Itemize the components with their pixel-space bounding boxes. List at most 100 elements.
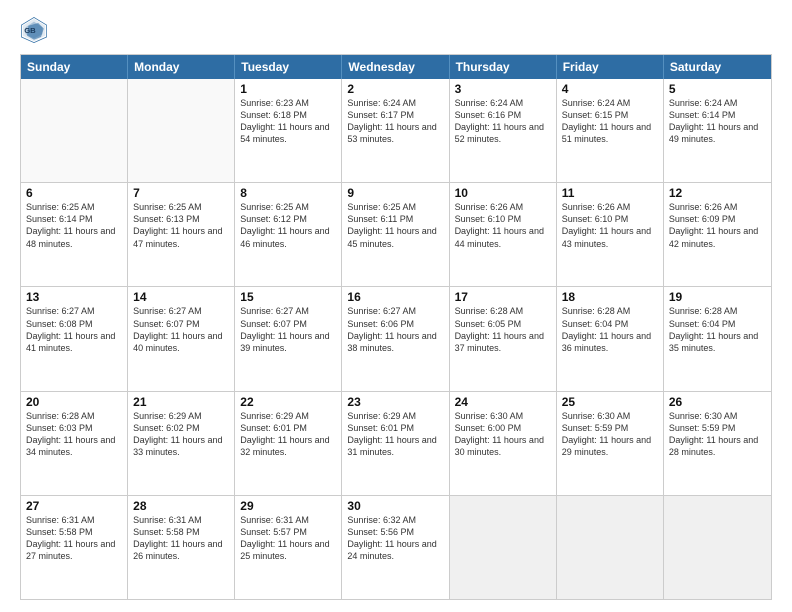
cal-cell — [128, 79, 235, 182]
day-number: 1 — [240, 82, 336, 96]
cell-info: Sunrise: 6:28 AM Sunset: 6:04 PM Dayligh… — [562, 306, 651, 352]
day-number: 24 — [455, 395, 551, 409]
cell-info: Sunrise: 6:25 AM Sunset: 6:12 PM Dayligh… — [240, 202, 329, 248]
cal-cell: 19 Sunrise: 6:28 AM Sunset: 6:04 PM Dayli… — [664, 287, 771, 390]
week-row-1: 6 Sunrise: 6:25 AM Sunset: 6:14 PM Daylig… — [21, 182, 771, 286]
day-number: 20 — [26, 395, 122, 409]
cal-cell: 26 Sunrise: 6:30 AM Sunset: 5:59 PM Dayli… — [664, 392, 771, 495]
cell-info: Sunrise: 6:27 AM Sunset: 6:07 PM Dayligh… — [133, 306, 222, 352]
cell-info: Sunrise: 6:29 AM Sunset: 6:02 PM Dayligh… — [133, 411, 222, 457]
cal-cell — [664, 496, 771, 599]
cal-cell: 22 Sunrise: 6:29 AM Sunset: 6:01 PM Dayli… — [235, 392, 342, 495]
day-number: 6 — [26, 186, 122, 200]
cell-info: Sunrise: 6:31 AM Sunset: 5:57 PM Dayligh… — [240, 515, 329, 561]
day-number: 30 — [347, 499, 443, 513]
header-day-friday: Friday — [557, 55, 664, 79]
cell-info: Sunrise: 6:26 AM Sunset: 6:10 PM Dayligh… — [455, 202, 544, 248]
cell-info: Sunrise: 6:30 AM Sunset: 6:00 PM Dayligh… — [455, 411, 544, 457]
svg-text:GB: GB — [24, 26, 36, 35]
cell-info: Sunrise: 6:25 AM Sunset: 6:11 PM Dayligh… — [347, 202, 436, 248]
day-number: 9 — [347, 186, 443, 200]
cal-cell: 27 Sunrise: 6:31 AM Sunset: 5:58 PM Dayli… — [21, 496, 128, 599]
cell-info: Sunrise: 6:31 AM Sunset: 5:58 PM Dayligh… — [133, 515, 222, 561]
day-number: 13 — [26, 290, 122, 304]
day-number: 29 — [240, 499, 336, 513]
cell-info: Sunrise: 6:29 AM Sunset: 6:01 PM Dayligh… — [347, 411, 436, 457]
day-number: 12 — [669, 186, 766, 200]
cal-cell: 8Sunrise: 6:25 AM Sunset: 6:12 PM Daylig… — [235, 183, 342, 286]
day-number: 21 — [133, 395, 229, 409]
cell-info: Sunrise: 6:27 AM Sunset: 6:08 PM Dayligh… — [26, 306, 115, 352]
header-day-monday: Monday — [128, 55, 235, 79]
logo-icon: GB — [20, 16, 48, 44]
cell-info: Sunrise: 6:24 AM Sunset: 6:14 PM Dayligh… — [669, 98, 758, 144]
header-day-thursday: Thursday — [450, 55, 557, 79]
day-number: 14 — [133, 290, 229, 304]
cal-cell: 25 Sunrise: 6:30 AM Sunset: 5:59 PM Dayli… — [557, 392, 664, 495]
day-number: 16 — [347, 290, 443, 304]
day-number: 28 — [133, 499, 229, 513]
cal-cell: 14 Sunrise: 6:27 AM Sunset: 6:07 PM Dayli… — [128, 287, 235, 390]
cal-cell: 18 Sunrise: 6:28 AM Sunset: 6:04 PM Dayli… — [557, 287, 664, 390]
logo: GB — [20, 16, 52, 44]
cell-info: Sunrise: 6:30 AM Sunset: 5:59 PM Dayligh… — [669, 411, 758, 457]
header-day-tuesday: Tuesday — [235, 55, 342, 79]
cal-cell: 6 Sunrise: 6:25 AM Sunset: 6:14 PM Daylig… — [21, 183, 128, 286]
cal-cell: 21 Sunrise: 6:29 AM Sunset: 6:02 PM Dayli… — [128, 392, 235, 495]
cell-info: Sunrise: 6:26 AM Sunset: 6:09 PM Dayligh… — [669, 202, 758, 248]
cal-cell: 5Sunrise: 6:24 AM Sunset: 6:14 PM Daylig… — [664, 79, 771, 182]
day-number: 26 — [669, 395, 766, 409]
day-number: 25 — [562, 395, 658, 409]
day-number: 4 — [562, 82, 658, 96]
cal-cell: 3Sunrise: 6:24 AM Sunset: 6:16 PM Daylig… — [450, 79, 557, 182]
cal-cell: 4 Sunrise: 6:24 AM Sunset: 6:15 PM Daylig… — [557, 79, 664, 182]
week-row-4: 27 Sunrise: 6:31 AM Sunset: 5:58 PM Dayli… — [21, 495, 771, 599]
cell-info: Sunrise: 6:31 AM Sunset: 5:58 PM Dayligh… — [26, 515, 115, 561]
calendar-body: 1 Sunrise: 6:23 AM Sunset: 6:18 PM Daylig… — [21, 79, 771, 599]
week-row-3: 20Sunrise: 6:28 AM Sunset: 6:03 PM Dayli… — [21, 391, 771, 495]
day-number: 23 — [347, 395, 443, 409]
cal-cell — [21, 79, 128, 182]
week-row-2: 13 Sunrise: 6:27 AM Sunset: 6:08 PM Dayli… — [21, 286, 771, 390]
cal-cell: 23 Sunrise: 6:29 AM Sunset: 6:01 PM Dayli… — [342, 392, 449, 495]
day-number: 10 — [455, 186, 551, 200]
cell-info: Sunrise: 6:27 AM Sunset: 6:07 PM Dayligh… — [240, 306, 329, 352]
day-number: 27 — [26, 499, 122, 513]
cell-info: Sunrise: 6:25 AM Sunset: 6:13 PM Dayligh… — [133, 202, 222, 248]
cal-cell: 2 Sunrise: 6:24 AM Sunset: 6:17 PM Daylig… — [342, 79, 449, 182]
day-number: 18 — [562, 290, 658, 304]
header-day-sunday: Sunday — [21, 55, 128, 79]
cal-cell: 17 Sunrise: 6:28 AM Sunset: 6:05 PM Dayli… — [450, 287, 557, 390]
page: GB SundayMondayTuesdayWednesdayThursdayF… — [0, 0, 792, 612]
header: GB — [20, 16, 772, 44]
cal-cell — [557, 496, 664, 599]
week-row-0: 1 Sunrise: 6:23 AM Sunset: 6:18 PM Daylig… — [21, 79, 771, 182]
day-number: 19 — [669, 290, 766, 304]
cell-info: Sunrise: 6:24 AM Sunset: 6:15 PM Dayligh… — [562, 98, 651, 144]
day-number: 11 — [562, 186, 658, 200]
cal-cell: 29 Sunrise: 6:31 AM Sunset: 5:57 PM Dayli… — [235, 496, 342, 599]
cell-info: Sunrise: 6:28 AM Sunset: 6:05 PM Dayligh… — [455, 306, 544, 352]
day-number: 17 — [455, 290, 551, 304]
day-number: 15 — [240, 290, 336, 304]
cal-cell: 24 Sunrise: 6:30 AM Sunset: 6:00 PM Dayli… — [450, 392, 557, 495]
header-day-wednesday: Wednesday — [342, 55, 449, 79]
cal-cell: 11Sunrise: 6:26 AM Sunset: 6:10 PM Dayli… — [557, 183, 664, 286]
day-number: 2 — [347, 82, 443, 96]
cell-info: Sunrise: 6:29 AM Sunset: 6:01 PM Dayligh… — [240, 411, 329, 457]
day-number: 7 — [133, 186, 229, 200]
cell-info: Sunrise: 6:24 AM Sunset: 6:17 PM Dayligh… — [347, 98, 436, 144]
cal-cell: 10 Sunrise: 6:26 AM Sunset: 6:10 PM Dayli… — [450, 183, 557, 286]
cell-info: Sunrise: 6:30 AM Sunset: 5:59 PM Dayligh… — [562, 411, 651, 457]
cell-info: Sunrise: 6:25 AM Sunset: 6:14 PM Dayligh… — [26, 202, 115, 248]
cell-info: Sunrise: 6:23 AM Sunset: 6:18 PM Dayligh… — [240, 98, 329, 144]
day-number: 22 — [240, 395, 336, 409]
cal-cell: 9 Sunrise: 6:25 AM Sunset: 6:11 PM Daylig… — [342, 183, 449, 286]
cal-cell: 15 Sunrise: 6:27 AM Sunset: 6:07 PM Dayli… — [235, 287, 342, 390]
cal-cell: 30Sunrise: 6:32 AM Sunset: 5:56 PM Dayli… — [342, 496, 449, 599]
calendar-header-row: SundayMondayTuesdayWednesdayThursdayFrid… — [21, 55, 771, 79]
header-day-saturday: Saturday — [664, 55, 771, 79]
cal-cell: 16Sunrise: 6:27 AM Sunset: 6:06 PM Dayli… — [342, 287, 449, 390]
cal-cell: 1 Sunrise: 6:23 AM Sunset: 6:18 PM Daylig… — [235, 79, 342, 182]
cell-info: Sunrise: 6:28 AM Sunset: 6:04 PM Dayligh… — [669, 306, 758, 352]
